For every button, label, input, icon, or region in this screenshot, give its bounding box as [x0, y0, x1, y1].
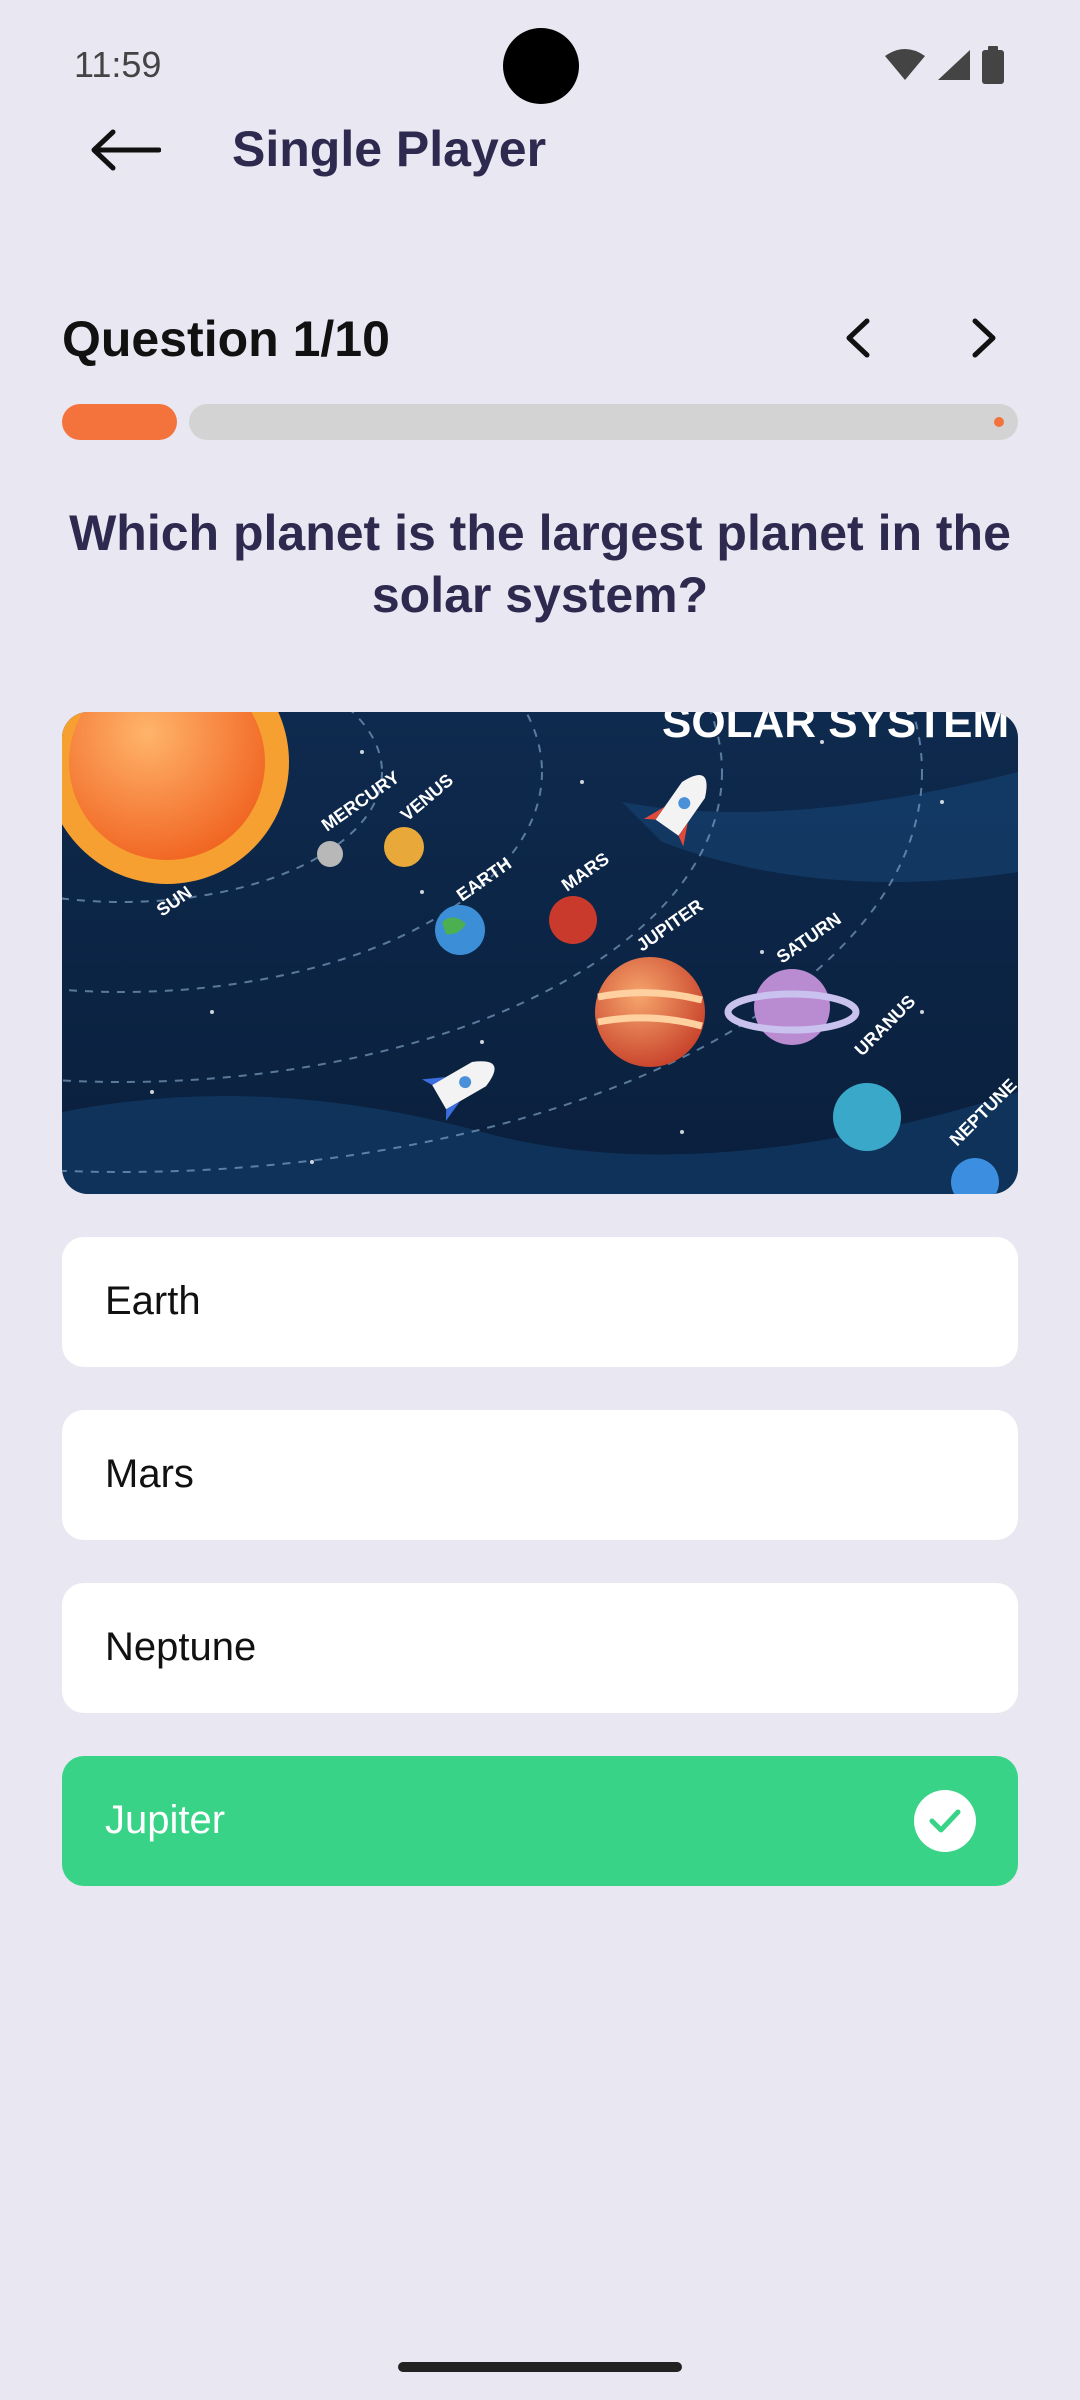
wifi-icon: [885, 49, 925, 80]
solar-system-image: SUN MERCURY VENUS EARTH MARS JUPITER SAT…: [62, 712, 1018, 1194]
question-text: Which planet is the largest planet in th…: [69, 505, 1011, 623]
home-indicator[interactable]: [398, 2362, 682, 2372]
question-header: Question 1/10: [62, 300, 1018, 380]
uranus: [833, 1083, 901, 1151]
chevron-right-icon: [972, 318, 996, 358]
progress-track: [189, 404, 1018, 440]
option-label: Earth: [105, 1279, 201, 1323]
status-time: 11:59: [74, 44, 162, 85]
back-button[interactable]: [80, 118, 170, 182]
signal-icon: [938, 50, 970, 80]
previous-question-button[interactable]: [826, 306, 890, 370]
battery-icon: [982, 46, 1004, 84]
arrow-left-icon: [91, 129, 161, 171]
mars: [549, 896, 597, 944]
option-label: Jupiter: [105, 1798, 226, 1842]
progress-fill: [62, 404, 177, 440]
earth: [435, 905, 485, 955]
jupiter: [595, 957, 705, 1067]
progress-end-dot: [994, 417, 1004, 427]
solar-system-illustration: SUN MERCURY VENUS EARTH MARS JUPITER SAT…: [62, 712, 1018, 1194]
answer-option-earth[interactable]: Earth: [62, 1237, 1018, 1367]
answer-option-neptune[interactable]: Neptune: [62, 1583, 1018, 1713]
venus: [384, 827, 424, 867]
option-label: Mars: [105, 1452, 194, 1496]
answer-option-mars[interactable]: Mars: [62, 1410, 1018, 1540]
status-icons: [884, 46, 1004, 84]
answer-option-jupiter[interactable]: Jupiter: [62, 1756, 1018, 1886]
question-progress-bar: [62, 404, 1018, 440]
chevron-left-icon: [846, 318, 870, 358]
question-counter: Question 1/10: [62, 311, 390, 367]
page-title: Single Player: [232, 121, 547, 177]
mercury: [317, 841, 343, 867]
check-circle-icon: [914, 1790, 976, 1852]
image-heading: SOLAR SYSTEM: [662, 712, 1009, 747]
next-question-button[interactable]: [952, 306, 1016, 370]
check-icon: [929, 1809, 961, 1833]
app-bar: Single Player: [0, 100, 1080, 200]
option-label: Neptune: [105, 1625, 257, 1669]
camera-cutout: [503, 28, 579, 104]
